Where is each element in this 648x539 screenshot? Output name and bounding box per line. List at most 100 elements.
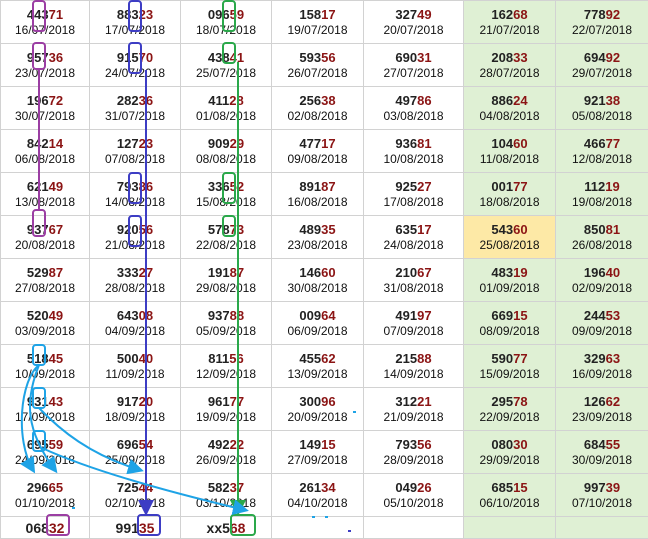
result-number: 06832: [1, 520, 89, 536]
result-date: 17/09/2018: [1, 410, 89, 425]
result-cell: [272, 517, 364, 539]
result-number-head: 282: [117, 93, 139, 108]
result-number: 93767: [1, 222, 89, 238]
result-cell: 9368110/08/2018: [364, 130, 464, 173]
result-date: 26/08/2018: [556, 238, 648, 253]
result-cell: 0096406/09/2018: [272, 302, 364, 345]
table-row: 5298727/08/20183332728/08/20181918729/08…: [1, 259, 648, 302]
result-number-tail: 23: [139, 7, 153, 22]
result-number-tail: 77: [230, 394, 244, 409]
result-number: 58237: [181, 480, 271, 496]
result-number-head: 991: [116, 520, 139, 536]
result-number-tail: 65: [49, 480, 63, 495]
result-cell: 4667712/08/2018: [556, 130, 648, 173]
result-cell: 5298727/08/2018: [1, 259, 90, 302]
result-number: 59077: [464, 351, 555, 367]
result-number: 16268: [464, 7, 555, 23]
result-cell: 06832: [1, 517, 90, 539]
result-cell: 6214913/08/2018: [1, 173, 90, 216]
result-number-head: 333: [117, 265, 139, 280]
result-number: 21588: [364, 351, 463, 367]
results-chart-grid: 4437116/07/20188832317/07/20180965918/07…: [0, 0, 648, 539]
result-number-head: 811: [208, 351, 229, 366]
result-cell: 5184510/09/2018: [1, 345, 90, 388]
result-cell: 0965918/07/2018: [181, 1, 272, 44]
result-number-head: 477: [299, 136, 321, 151]
result-number-tail: 36: [49, 50, 63, 65]
result-number-tail: 87: [321, 179, 335, 194]
result-cell: 8832317/07/2018: [90, 1, 181, 44]
result-number: 30096: [272, 394, 363, 410]
table-row: 8421406/08/20181272307/08/20189092908/08…: [1, 130, 648, 173]
result-number: 69031: [364, 50, 463, 66]
result-number-head: 695: [27, 437, 49, 452]
result-number: 99135: [90, 520, 180, 536]
result-number-head: 635: [395, 222, 417, 237]
result-number-head: 957: [27, 50, 49, 65]
result-date: 07/09/2018: [364, 324, 463, 339]
result-date: 01/09/2018: [464, 281, 555, 296]
result-date: 20/07/2018: [364, 23, 463, 38]
result-date: 26/09/2018: [181, 453, 271, 468]
result-number: 24453: [556, 308, 648, 324]
result-number: 48935: [272, 222, 363, 238]
result-number: 49222: [181, 437, 271, 453]
result-cell: 9378805/09/2018: [181, 302, 272, 345]
result-number-head: 489: [299, 222, 321, 237]
result-number-head: 684: [584, 437, 606, 452]
result-date: 13/08/2018: [1, 195, 89, 210]
result-number-head: 244: [584, 308, 606, 323]
result-cell: 8918716/08/2018: [272, 173, 364, 216]
result-number-head: 300: [299, 394, 321, 409]
result-date: 03/10/2018: [181, 496, 271, 511]
result-number-tail: 60: [513, 136, 527, 151]
result-date: 07/10/2018: [556, 496, 648, 511]
result-date: 30/08/2018: [272, 281, 363, 296]
result-number-head: 215: [395, 351, 417, 366]
result-cell: 99135: [90, 517, 181, 539]
result-cell: 4112801/08/2018: [181, 87, 272, 130]
result-number-head: 543: [491, 222, 513, 237]
result-number-head: 162: [491, 7, 513, 22]
result-cell: 2083328/07/2018: [464, 44, 556, 87]
result-date: 03/09/2018: [1, 324, 89, 339]
result-cell: 9376720/08/2018: [1, 216, 90, 259]
result-number-tail: 14: [49, 136, 63, 151]
result-number: 12723: [90, 136, 180, 152]
result-number-tail: 19: [605, 179, 619, 194]
result-date: 04/10/2018: [272, 496, 363, 511]
result-cell: 1121919/08/2018: [556, 173, 648, 216]
result-number-head: 590: [491, 351, 513, 366]
result-date: 21/09/2018: [364, 410, 463, 425]
result-number-head: 261: [299, 480, 321, 495]
result-date: 20/09/2018: [272, 410, 363, 425]
result-date: 26/07/2018: [272, 66, 363, 81]
result-number: 48319: [464, 265, 555, 281]
result-date: 01/08/2018: [181, 109, 271, 124]
result-cell: 4384125/07/2018: [181, 44, 272, 87]
result-number-head: 466: [584, 136, 606, 151]
result-date: 25/09/2018: [90, 453, 180, 468]
result-number: 31221: [364, 394, 463, 410]
result-date: 20/08/2018: [1, 238, 89, 253]
result-number-head: 520: [27, 308, 49, 323]
result-number: 49786: [364, 93, 463, 109]
result-number-tail: 49: [49, 308, 63, 323]
result-number-tail: 32: [49, 520, 65, 536]
result-number-tail: 24: [513, 93, 527, 108]
result-number-tail: 27: [139, 265, 153, 280]
result-cell: 5004011/09/2018: [90, 345, 181, 388]
result-cell: 4556213/09/2018: [272, 345, 364, 388]
table-row: 2966501/10/20187254402/10/20185823703/10…: [1, 474, 648, 517]
result-number-head: 191: [208, 265, 230, 280]
result-date: 21/08/2018: [90, 238, 180, 253]
result-number-head: 909: [208, 136, 230, 151]
result-date: 05/10/2018: [364, 496, 463, 511]
result-number: 19640: [556, 265, 648, 281]
result-number-tail: 26: [417, 480, 431, 495]
result-cell: 5787322/08/2018: [181, 216, 272, 259]
result-date: 16/09/2018: [556, 367, 648, 382]
result-cell: 5935626/07/2018: [272, 44, 364, 87]
result-number-tail: 43: [49, 394, 63, 409]
result-number-head: 196: [584, 265, 606, 280]
